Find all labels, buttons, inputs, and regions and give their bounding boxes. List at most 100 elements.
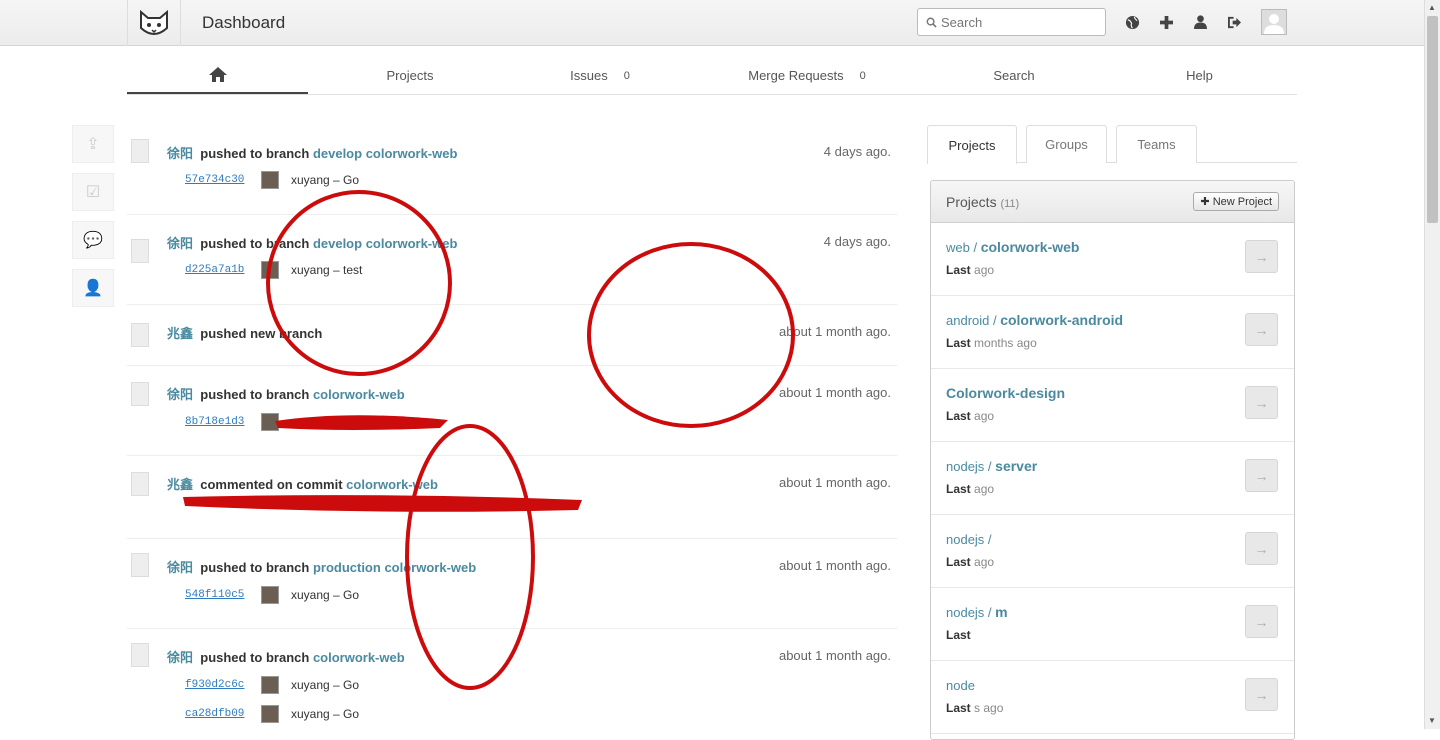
- project-item[interactable]: android / colorwork-android Last months …: [931, 296, 1294, 369]
- event-item: 兆鑫 commented on commit colorwork-web abo…: [127, 456, 897, 539]
- commit-row: 57e734c30 xuyang – Go: [185, 171, 359, 189]
- commit-sha-link[interactable]: 57e734c30: [185, 174, 249, 186]
- arrow-right-icon[interactable]: →: [1245, 532, 1278, 565]
- user-icon[interactable]: [1190, 12, 1210, 32]
- author-avatar[interactable]: [131, 643, 149, 667]
- tab-teams[interactable]: Teams: [1116, 125, 1197, 163]
- comments-filter-icon[interactable]: 💬: [72, 221, 114, 259]
- vertical-scrollbar[interactable]: ▲ ▼: [1424, 0, 1440, 729]
- author-avatar[interactable]: [131, 472, 149, 496]
- commit-sha-link[interactable]: 548f110c5: [185, 589, 249, 601]
- search-input[interactable]: [941, 14, 1101, 30]
- arrow-right-icon[interactable]: →: [1245, 678, 1278, 711]
- arrow-right-icon[interactable]: →: [1245, 459, 1278, 492]
- author-avatar[interactable]: [131, 323, 149, 347]
- project-item[interactable]: nodejs / server Last ago →: [931, 442, 1294, 515]
- project-link[interactable]: colorwork-web: [366, 236, 458, 251]
- scroll-down-icon[interactable]: ▼: [1428, 716, 1436, 725]
- event-author[interactable]: 徐阳: [167, 146, 193, 161]
- commit-sha-link[interactable]: 8b718e1d3: [185, 416, 249, 428]
- commit-row: f930d2c6c xuyang – Go: [185, 676, 359, 694]
- search-box[interactable]: [917, 8, 1106, 36]
- event-author[interactable]: 徐阳: [167, 650, 193, 665]
- branch-link[interactable]: develop: [313, 236, 362, 251]
- tab-issues[interactable]: Issues 0: [512, 57, 688, 94]
- event-time: 4 days ago.: [823, 144, 891, 159]
- event-author[interactable]: 徐阳: [167, 387, 193, 402]
- event-author[interactable]: 兆鑫: [167, 326, 193, 341]
- scroll-up-icon[interactable]: ▲: [1428, 3, 1436, 12]
- new-project-button[interactable]: ✚ New Project: [1193, 192, 1279, 211]
- event-title: 徐阳 pushed to branch colorwork-web: [167, 387, 405, 402]
- arrow-right-icon[interactable]: →: [1245, 240, 1278, 273]
- author-avatar[interactable]: [131, 382, 149, 406]
- project-item[interactable]: Colorwork-design Last ago →: [931, 369, 1294, 442]
- author-avatar[interactable]: [131, 139, 149, 163]
- avatar[interactable]: [1261, 9, 1287, 35]
- main-nav: Projects Issues 0 Merge Requests 0 Search …: [127, 57, 1297, 95]
- project-name-link[interactable]: Colorwork-design: [946, 385, 1065, 401]
- arrow-right-icon[interactable]: →: [1245, 313, 1278, 346]
- project-item[interactable]: nodejs / Last ago →: [931, 515, 1294, 588]
- project-link[interactable]: colorwork-web: [346, 477, 438, 492]
- arrow-right-icon[interactable]: →: [1245, 605, 1278, 638]
- project-item[interactable]: web / colorwork-web Last ago →: [931, 223, 1294, 296]
- tab-home[interactable]: [127, 57, 308, 94]
- author-avatar[interactable]: [131, 239, 149, 263]
- tab-projects[interactable]: Projects: [308, 57, 512, 94]
- commit-sha-link[interactable]: d225a7a1b: [185, 264, 249, 276]
- author-avatar[interactable]: [131, 553, 149, 577]
- commit-row: d225a7a1b xuyang – test: [185, 261, 362, 279]
- project-link[interactable]: colorwork-web: [313, 650, 405, 665]
- project-link[interactable]: colorwork-web: [384, 560, 476, 575]
- arrow-right-icon[interactable]: →: [1245, 386, 1278, 419]
- project-item[interactable]: nodejs / m Last →: [931, 588, 1294, 661]
- tab-help[interactable]: Help: [1102, 57, 1297, 94]
- project-activity: Last months ago: [946, 336, 1037, 350]
- project-name-link[interactable]: web / colorwork-web: [946, 239, 1079, 255]
- project-activity: Last s ago: [946, 701, 1004, 715]
- commit-sha-link[interactable]: ca28dfb09: [185, 708, 249, 720]
- event-title: 徐阳 pushed to branch develop colorwork-we…: [167, 236, 458, 251]
- project-item[interactable]: node Last s ago →: [931, 661, 1294, 734]
- commit-message: xuyang – Go: [291, 588, 360, 602]
- project-name-link[interactable]: android / colorwork-android: [946, 312, 1123, 328]
- project-name-link[interactable]: nodejs / m: [946, 604, 1008, 620]
- commit-message: xuyang – test: [291, 263, 363, 277]
- project-activity: Last ago: [946, 482, 995, 496]
- project-name-link[interactable]: node: [946, 677, 975, 693]
- branch-link[interactable]: develop: [313, 146, 362, 161]
- tab-groups[interactable]: Groups: [1026, 125, 1107, 163]
- event-item: 徐阳 pushed to branch develop colorwork-we…: [127, 215, 897, 305]
- commit-row: 8b718e1d3: [185, 413, 279, 431]
- top-navbar: Dashboard: [0, 0, 1424, 46]
- event-item: 徐阳 pushed to branch colorwork-web about …: [127, 366, 897, 456]
- push-filter-icon[interactable]: ⇪: [72, 125, 114, 163]
- event-title: 徐阳 pushed to branch production colorwork…: [167, 560, 477, 575]
- event-author[interactable]: 徐阳: [167, 236, 193, 251]
- project-link[interactable]: colorwork-web: [313, 387, 405, 402]
- tab-merge-requests[interactable]: Merge Requests 0: [688, 57, 926, 94]
- activity-feed: 徐阳 pushed to branch develop colorwork-we…: [127, 105, 897, 739]
- project-link[interactable]: colorwork-web: [366, 146, 458, 161]
- plus-icon[interactable]: [1156, 12, 1176, 32]
- event-author[interactable]: 兆鑫: [167, 477, 193, 492]
- project-name-link[interactable]: nodejs /: [946, 531, 992, 547]
- gitlab-logo[interactable]: [127, 0, 181, 46]
- scrollbar-thumb[interactable]: [1427, 16, 1438, 223]
- team-filter-icon[interactable]: 👤: [72, 269, 114, 307]
- globe-icon[interactable]: [1122, 12, 1142, 32]
- project-name-link[interactable]: nodejs / server: [946, 458, 1037, 474]
- event-title: 徐阳 pushed to branch colorwork-web: [167, 650, 405, 665]
- branch-link[interactable]: production: [313, 560, 381, 575]
- event-title: 兆鑫 commented on commit colorwork-web: [167, 477, 438, 492]
- tab-projects-sidebar[interactable]: Projects: [927, 125, 1017, 164]
- event-time: about 1 month ago.: [778, 324, 891, 339]
- event-author[interactable]: 徐阳: [167, 560, 193, 575]
- logout-icon[interactable]: [1224, 12, 1244, 32]
- commit-author-avatar: [261, 705, 279, 723]
- merged-filter-icon[interactable]: ☑: [72, 173, 114, 211]
- tab-search[interactable]: Search: [926, 57, 1102, 94]
- default-avatar-icon: [1264, 14, 1284, 34]
- commit-sha-link[interactable]: f930d2c6c: [185, 679, 249, 691]
